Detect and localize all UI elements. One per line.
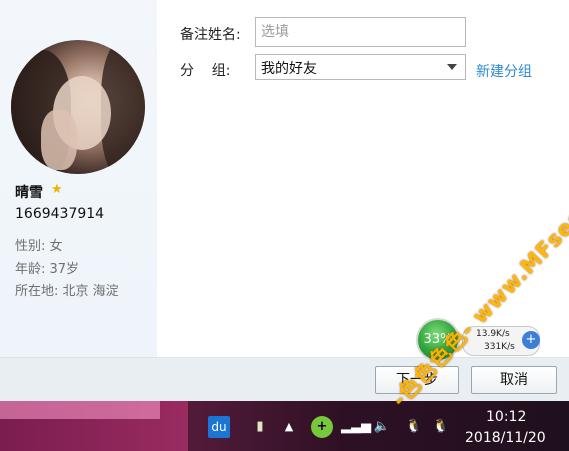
usb-icon[interactable]: ▮ xyxy=(249,416,271,438)
star-icon: ★ xyxy=(51,182,63,197)
signal-icon[interactable]: ▂▃▅ xyxy=(341,416,371,438)
new-group-link[interactable]: 新建分组 xyxy=(476,61,532,81)
nickname: 晴雪 xyxy=(15,185,43,201)
qq-penguin-icon-2[interactable]: 🐧 xyxy=(430,416,452,438)
gender-info: 性别: 女 xyxy=(15,239,63,254)
group-label: 分 组: xyxy=(180,63,231,79)
download-speed: 331K/s xyxy=(484,342,515,352)
clock-time[interactable]: 10:12 xyxy=(486,409,526,425)
add-friend-dialog: 晴雪 ★ 1669437914 性别: 女 年龄: 37岁 所在地: 北京 海淀… xyxy=(0,0,569,401)
chevron-down-icon[interactable] xyxy=(447,64,457,70)
arrow-up-icon[interactable]: ▲ xyxy=(278,416,300,438)
taskbar-glow xyxy=(0,401,160,419)
avatar xyxy=(11,40,145,174)
age-info: 年龄: 37岁 xyxy=(15,262,80,277)
baidu-du-icon[interactable]: du xyxy=(208,416,230,438)
remark-input[interactable] xyxy=(255,17,466,47)
group-select-value: 我的好友 xyxy=(261,61,317,77)
qq-penguin-icon[interactable]: 🐧 xyxy=(403,416,425,438)
location-info: 所在地: 北京 海淀 xyxy=(15,284,119,299)
volume-icon[interactable]: 🔈 xyxy=(371,416,393,438)
remark-label: 备注姓名: xyxy=(180,27,241,43)
green-plus-icon[interactable]: + xyxy=(311,416,333,438)
clock-date[interactable]: 2018/11/20 xyxy=(465,430,546,446)
speed-plus-icon[interactable]: + xyxy=(522,331,540,349)
group-select[interactable]: 我的好友 xyxy=(255,54,466,80)
qq-number: 1669437914 xyxy=(15,206,105,222)
cancel-button[interactable]: 取消 xyxy=(471,366,557,394)
